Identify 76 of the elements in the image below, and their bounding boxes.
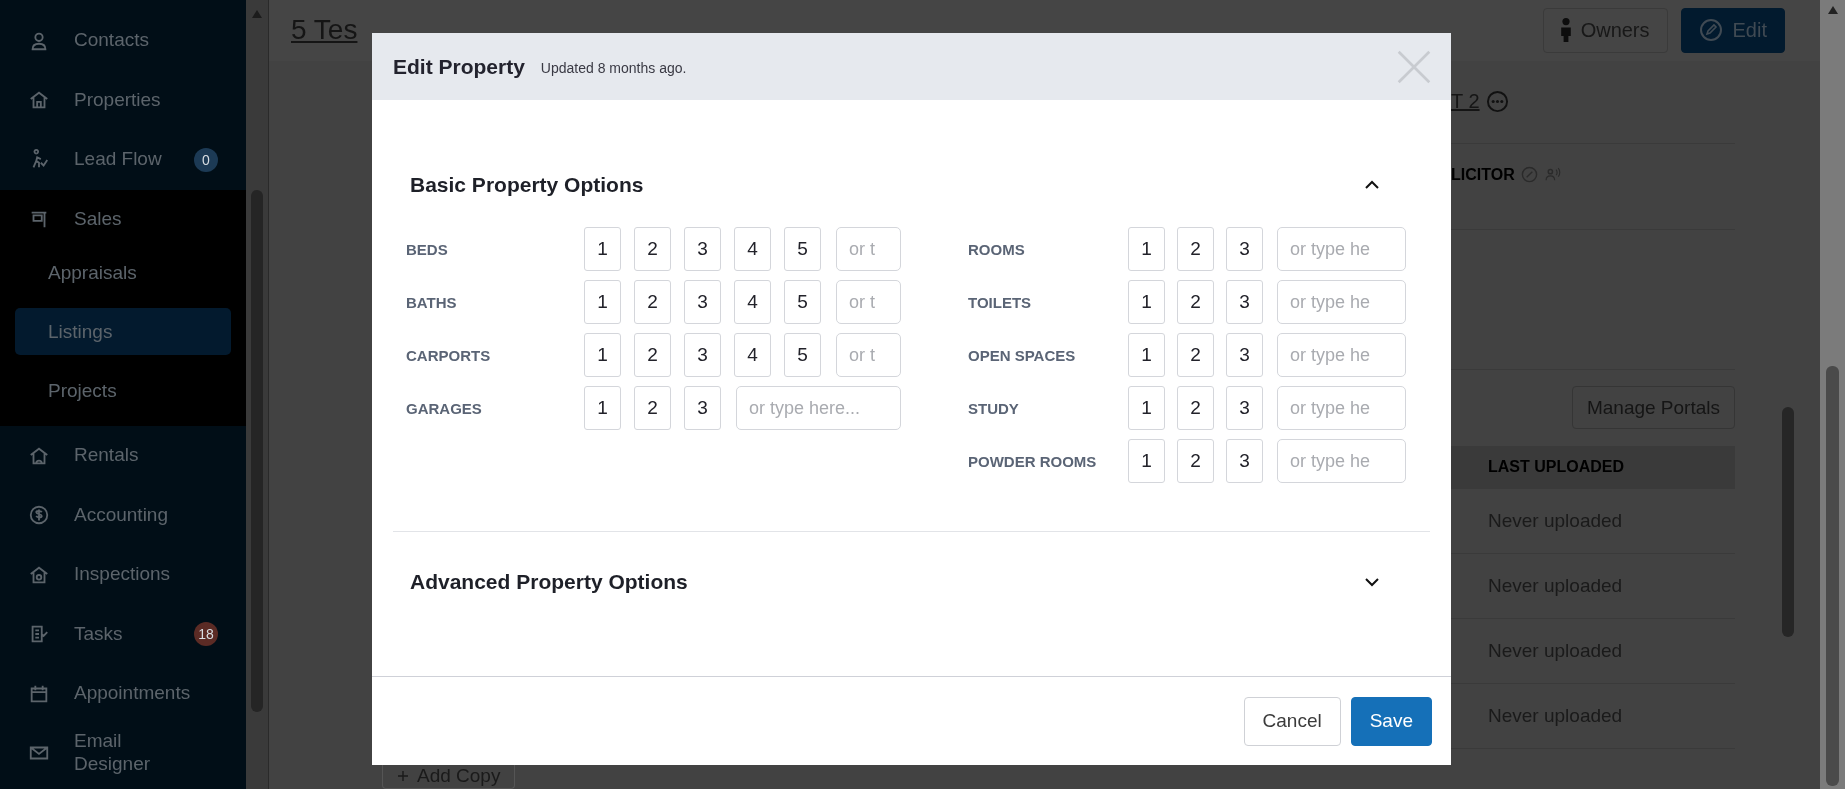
- number-option[interactable]: 2: [634, 280, 671, 324]
- role-label: LICITOR: [1451, 165, 1515, 184]
- field-label: GARAGES: [406, 399, 483, 417]
- table-header: LAST UPLOADED: [1451, 445, 1735, 489]
- number-option[interactable]: 3: [1226, 439, 1263, 483]
- section-header[interactable]: Advanced Property Options: [393, 562, 1430, 602]
- close-icon[interactable]: [1396, 48, 1432, 85]
- dialog-subtitle: Updated 8 months ago.: [540, 59, 688, 76]
- number-option[interactable]: 3: [684, 386, 721, 430]
- input-field[interactable]: or type he: [1277, 386, 1406, 430]
- field-label: STUDY: [968, 399, 1020, 417]
- section-header[interactable]: Basic Property Options: [393, 165, 1430, 205]
- number-option[interactable]: 1: [1128, 333, 1165, 377]
- number-option[interactable]: 1: [1128, 386, 1165, 430]
- number-option[interactable]: 4: [734, 227, 771, 271]
- dollar-icon: [28, 504, 50, 527]
- field-label: OPEN SPACES: [968, 346, 1077, 364]
- field-label: POWDER ROOMS: [968, 452, 1098, 470]
- sidebar-item[interactable]: Lead Flow 0: [0, 130, 246, 190]
- number-option[interactable]: 2: [1177, 280, 1214, 324]
- person-icon: [1560, 18, 1571, 43]
- plus-icon: [397, 769, 409, 782]
- number-option[interactable]: 5: [784, 227, 821, 271]
- number-option[interactable]: 1: [1128, 439, 1165, 483]
- field-label: CARPORTS: [406, 346, 492, 364]
- save-button[interactable]: Save: [1350, 696, 1432, 746]
- count-badge: 0: [194, 147, 218, 172]
- number-option[interactable]: 5: [784, 280, 821, 324]
- number-option[interactable]: 3: [684, 280, 721, 324]
- number-option[interactable]: 4: [734, 333, 771, 377]
- input-field[interactable]: or type he: [1277, 227, 1406, 271]
- number-option[interactable]: 1: [1128, 227, 1165, 271]
- number-option[interactable]: 3: [1226, 227, 1263, 271]
- number-option[interactable]: 3: [1226, 386, 1263, 430]
- more-icon[interactable]: [1485, 90, 1509, 114]
- cancel-button[interactable]: Cancel: [1243, 696, 1341, 746]
- field-label: BATHS: [406, 293, 458, 311]
- people-icon[interactable]: [1543, 165, 1561, 183]
- input-field[interactable]: or type he: [1277, 439, 1406, 483]
- number-option[interactable]: 1: [584, 333, 621, 377]
- field-label: BEDS: [406, 240, 449, 258]
- number-option[interactable]: 2: [1177, 386, 1214, 430]
- scrollbar[interactable]: [1820, 0, 1845, 789]
- input-field[interactable]: or t: [836, 333, 901, 377]
- number-option[interactable]: 3: [684, 333, 721, 377]
- field-label: ROOMS: [968, 240, 1026, 258]
- number-option[interactable]: 2: [1177, 439, 1214, 483]
- chevron-down-icon[interactable]: [1364, 577, 1380, 587]
- number-option[interactable]: 2: [634, 227, 671, 271]
- field-label: TOILETS: [968, 293, 1033, 311]
- number-option[interactable]: 3: [1226, 333, 1263, 377]
- count-badge: 18: [194, 622, 218, 647]
- input-field[interactable]: or t: [836, 280, 901, 324]
- scroll-up-icon[interactable]: [1828, 6, 1838, 14]
- scrollbar-thumb[interactable]: [1782, 406, 1794, 637]
- sidebar-item[interactable]: Tasks 18: [0, 604, 246, 664]
- number-option[interactable]: 2: [1177, 333, 1214, 377]
- number-option[interactable]: 3: [684, 227, 721, 271]
- input-field[interactable]: or t: [836, 227, 901, 271]
- number-option[interactable]: 2: [1177, 227, 1214, 271]
- input-field[interactable]: or type here...: [736, 386, 901, 430]
- dialog-title: Edit Property: [393, 54, 525, 79]
- number-option[interactable]: 2: [634, 386, 671, 430]
- number-option[interactable]: 4: [734, 280, 771, 324]
- sidebar-subitem[interactable]: Appraisals: [15, 249, 231, 296]
- number-option[interactable]: 1: [584, 386, 621, 430]
- number-option[interactable]: 1: [584, 227, 621, 271]
- chevron-up-icon[interactable]: [1364, 180, 1380, 190]
- number-option[interactable]: 1: [584, 280, 621, 324]
- number-option[interactable]: 2: [634, 333, 671, 377]
- input-field[interactable]: or type he: [1277, 280, 1406, 324]
- scrollbar[interactable]: [246, 0, 268, 789]
- number-option[interactable]: 3: [1226, 280, 1263, 324]
- number-option[interactable]: 5: [784, 333, 821, 377]
- input-field[interactable]: or type he: [1277, 333, 1406, 377]
- number-option[interactable]: 1: [1128, 280, 1165, 324]
